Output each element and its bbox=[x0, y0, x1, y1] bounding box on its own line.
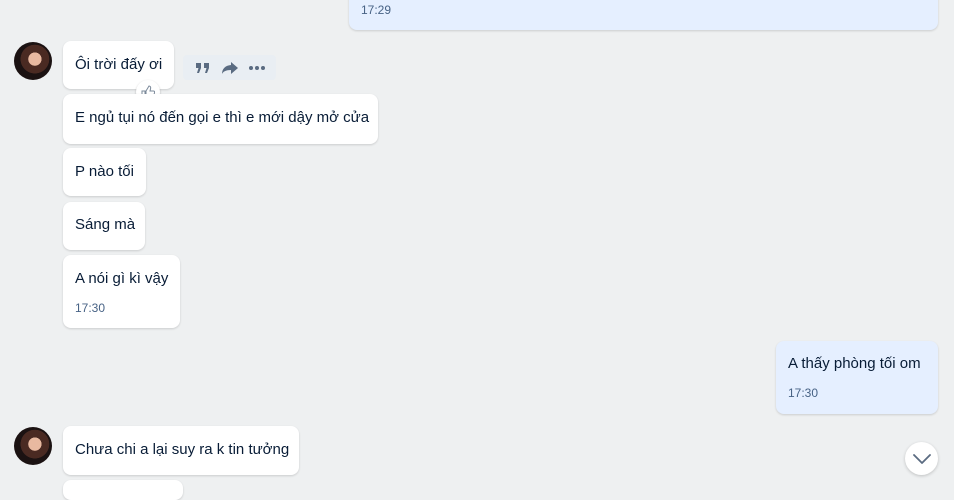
message-text: A nói gì kì vậy bbox=[75, 270, 169, 287]
forward-icon[interactable] bbox=[219, 57, 241, 79]
message-bubble-incoming[interactable]: Ôi trời đấy ơi bbox=[63, 41, 174, 89]
message-text: P nào tối bbox=[75, 163, 134, 180]
message-bubble-incoming[interactable]: P nào tối bbox=[63, 148, 146, 196]
message-action-toolbar bbox=[183, 55, 276, 80]
message-text: A thấy phòng tối om bbox=[788, 355, 921, 372]
scroll-to-bottom-button[interactable] bbox=[905, 442, 938, 475]
message-text: Ôi trời đấy ơi bbox=[75, 56, 163, 73]
message-bubble-outgoing[interactable]: 17:29 bbox=[349, 0, 938, 30]
message-bubble-incoming[interactable] bbox=[63, 480, 183, 500]
message-text: Chưa chi a lại suy ra k tin tưởng bbox=[75, 441, 290, 458]
contact-avatar[interactable] bbox=[14, 427, 52, 465]
message-bubble-incoming[interactable]: A nói gì kì vậy 17:30 bbox=[63, 255, 180, 328]
more-icon[interactable] bbox=[246, 57, 268, 79]
contact-avatar[interactable] bbox=[14, 42, 52, 80]
message-time: 17:29 bbox=[361, 3, 392, 17]
message-bubble-incoming[interactable]: Sáng mà bbox=[63, 202, 145, 250]
message-time: 17:30 bbox=[75, 301, 106, 315]
message-bubble-outgoing[interactable]: A thấy phòng tối om 17:30 bbox=[776, 341, 938, 414]
message-time: 17:30 bbox=[788, 386, 819, 400]
message-bubble-incoming[interactable]: Chưa chi a lại suy ra k tin tưởng bbox=[63, 426, 299, 475]
message-text: Sáng mà bbox=[75, 216, 136, 233]
message-bubble-incoming[interactable]: E ngủ tụi nó đến gọi e thì e mới dậy mở … bbox=[63, 94, 378, 144]
chevron-down-icon bbox=[912, 453, 931, 464]
quote-icon[interactable] bbox=[192, 57, 214, 79]
message-text: E ngủ tụi nó đến gọi e thì e mới dậy mở … bbox=[75, 109, 370, 126]
